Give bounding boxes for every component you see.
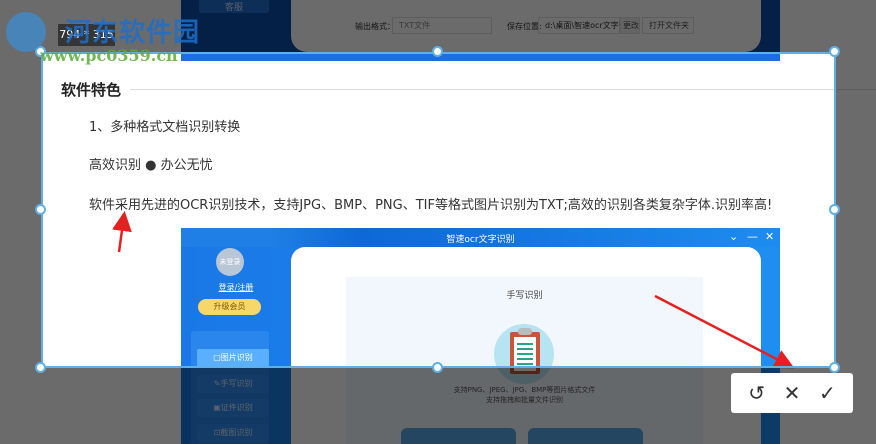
resize-handle-e[interactable] xyxy=(829,204,840,215)
resize-handle-w[interactable] xyxy=(35,204,46,215)
undo-icon[interactable]: ↺ xyxy=(748,381,765,405)
close-icon[interactable]: ✕ xyxy=(765,230,774,243)
upgrade-vip-button[interactable]: 升级会员 xyxy=(198,299,261,315)
change-button[interactable]: 更改 xyxy=(620,17,640,34)
output-format-select[interactable]: TXT文件 xyxy=(392,17,492,34)
resize-handle-ne[interactable] xyxy=(829,46,840,57)
resize-handle-sw[interactable] xyxy=(35,362,46,373)
menu-screenshot-recognition[interactable]: ⊡截图识别 xyxy=(197,424,269,442)
clipboard-icon xyxy=(494,324,554,384)
tagline: 高效识别 ● 办公无忧 xyxy=(89,158,213,173)
save-location-input[interactable]: d:\桌面\智速ocr文字识别 xyxy=(538,17,635,34)
chevron-down-icon[interactable]: ⌄ xyxy=(729,230,738,243)
settings-panel: 输出格式： TXT文件 保存位置: d:\桌面\智速ocr文字识别 更改 打开文… xyxy=(291,0,761,52)
watermark-url: www.pc0359.cn xyxy=(40,46,178,65)
panel-title: 手写识别 xyxy=(506,291,543,301)
resize-handle-n[interactable] xyxy=(432,46,443,57)
menu-handwriting-recognition[interactable]: ✎手写识别 xyxy=(197,375,269,393)
cancel-icon[interactable]: ✕ xyxy=(784,381,801,405)
heading-divider xyxy=(130,89,876,90)
avatar[interactable]: 未登录 xyxy=(216,248,244,276)
drop-area[interactable]: 手写识别 支持PNG、JPEG、JPG、BMP等图片格式文件 支持拖拽和批量文件… xyxy=(346,277,703,444)
menu-image-recognition[interactable]: ▢图片识别 xyxy=(197,349,269,367)
open-folder-button[interactable]: 打开文件夹 xyxy=(642,17,694,34)
add-folder-button[interactable] xyxy=(528,428,643,444)
confirm-icon[interactable]: ✓ xyxy=(819,381,836,405)
main-panel: 手写识别 支持PNG、JPEG、JPG、BMP等图片格式文件 支持拖拽和批量文件… xyxy=(291,247,761,444)
red-arrow-up xyxy=(112,211,132,253)
app-bottom-bar xyxy=(181,52,780,61)
watermark-name: 河东软件园 xyxy=(65,18,201,48)
menu-id-recognition[interactable]: ▣证件识别 xyxy=(197,399,269,417)
save-location-label: 保存位置: xyxy=(507,22,542,31)
add-file-button[interactable] xyxy=(401,428,516,444)
output-format-label: 输出格式： xyxy=(355,22,395,31)
service-button[interactable]: 客服 xyxy=(199,0,269,13)
support-formats: 支持PNG、JPEG、JPG、BMP等图片格式文件 xyxy=(453,386,596,394)
section-heading: 软件特色 xyxy=(61,81,122,99)
app-title: 智速ocr文字识别 xyxy=(446,235,515,245)
minimize-icon[interactable]: — xyxy=(747,230,758,243)
support-batch: 支持拖拽和批量文件识别 xyxy=(486,396,563,404)
login-link[interactable]: 登录/注册 xyxy=(181,282,291,293)
top-app-window: 客服 输出格式： TXT文件 保存位置: d:\桌面\智速ocr文字识别 更改 … xyxy=(181,0,780,60)
description: 软件采用先进的OCR识别技术，支持JPG、BMP、PNG、TIF等格式图片识别为… xyxy=(89,198,773,213)
resize-handle-se[interactable] xyxy=(829,362,840,373)
resize-handle-s[interactable] xyxy=(432,362,443,373)
capture-toolbar: ↺ ✕ ✓ xyxy=(731,373,853,413)
feature-item: 1、多种格式文档识别转换 xyxy=(89,120,241,135)
ocr-app-screenshot: 智速ocr文字识别 ⌄ — ✕ 未登录 登录/注册 升级会员 ▢图片识别 ✎手写… xyxy=(181,228,780,444)
